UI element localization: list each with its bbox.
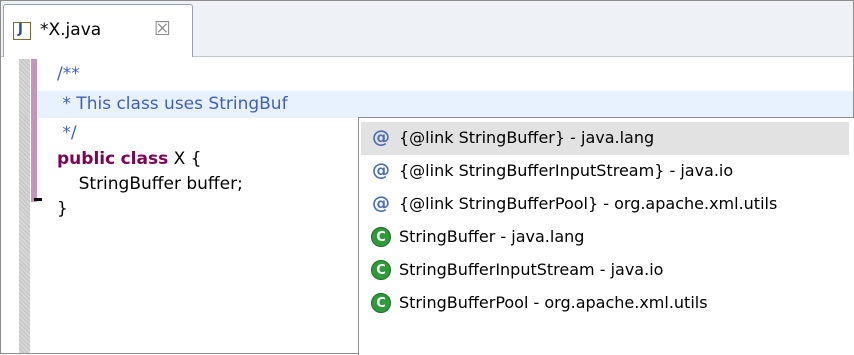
close-icon[interactable]: ☒ xyxy=(154,18,171,40)
completion-item[interactable]: C StringBufferInputStream - java.io xyxy=(361,254,849,287)
class-decl-rest: X { xyxy=(168,149,202,169)
javadoc-link-icon: @ xyxy=(372,127,390,148)
completion-item[interactable]: @ {@link StringBufferPool} - org.apache.… xyxy=(361,188,849,221)
quick-diff-marker xyxy=(31,59,37,202)
completion-label: {@link StringBufferPool} - org.apache.xm… xyxy=(399,194,778,213)
code-line-4[interactable]: public class X { xyxy=(57,149,201,169)
javadoc-link-icon: @ xyxy=(372,160,390,181)
tab-bar: J *X.java ☒ xyxy=(1,1,853,57)
completion-item[interactable]: @ {@link StringBuffer} - java.lang xyxy=(361,122,849,155)
editor-window: J *X.java ☒ /** * This class uses String… xyxy=(0,0,854,355)
tab-title: *X.java xyxy=(40,20,102,40)
code-line-5[interactable]: StringBuffer buffer; xyxy=(57,174,243,194)
tab-x-java[interactable]: J *X.java ☒ xyxy=(3,4,193,57)
content-assist-popup[interactable]: @ {@link StringBuffer} - java.lang @ {@l… xyxy=(358,117,854,355)
code-line-6[interactable]: } xyxy=(57,199,68,219)
completion-item[interactable]: C StringBufferPool - org.apache.xml.util… xyxy=(361,287,849,320)
completion-item[interactable]: @ {@link StringBufferInputStream} - java… xyxy=(361,155,849,188)
keyword-class: class xyxy=(120,149,169,169)
java-file-icon: J xyxy=(13,22,31,40)
overview-ruler xyxy=(19,59,30,353)
completion-label: {@link StringBuffer} - java.lang xyxy=(399,128,655,147)
completion-label: {@link StringBufferInputStream} - java.i… xyxy=(399,161,734,180)
completion-label: StringBuffer - java.lang xyxy=(399,227,585,246)
completion-label: StringBufferPool - org.apache.xml.utils xyxy=(399,293,708,312)
completion-label: StringBufferInputStream - java.io xyxy=(399,260,664,279)
code-line-2[interactable]: * This class uses StringBuf xyxy=(57,94,287,114)
javadoc-link-icon: @ xyxy=(372,193,390,214)
class-icon: C xyxy=(371,227,391,247)
caret-marker xyxy=(34,198,42,201)
class-icon: C xyxy=(371,260,391,280)
keyword-public: public xyxy=(57,149,116,169)
completion-item[interactable]: C StringBuffer - java.lang xyxy=(361,221,849,254)
code-line-3[interactable]: */ xyxy=(57,123,76,143)
code-line-1[interactable]: /** xyxy=(57,64,80,84)
class-icon: C xyxy=(371,293,391,313)
